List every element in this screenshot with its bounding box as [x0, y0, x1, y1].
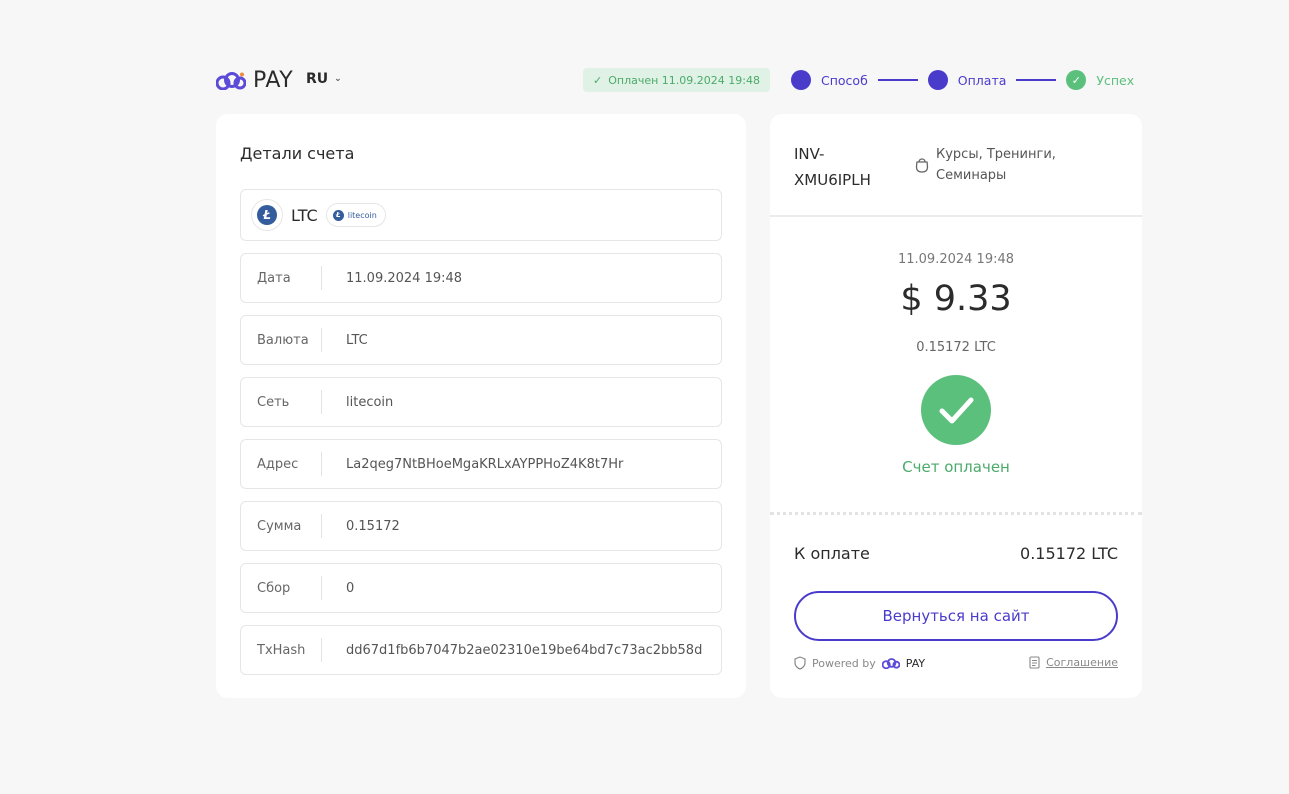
step-2-label: Оплата	[957, 72, 1007, 88]
step-3-check-icon: ✓	[1066, 70, 1087, 90]
step-1-label: Способ	[821, 72, 868, 88]
progress-steps: Способ Оплата ✓ Успех	[791, 70, 1134, 90]
check-icon: ✓	[593, 73, 603, 87]
cloud-logo-icon	[216, 71, 246, 90]
invoice-category: Курсы, Тренинги, Семинары	[914, 144, 1066, 186]
language-selector[interactable]: RU ⌄	[306, 71, 342, 87]
invoice-date: 11.09.2024 19:48	[897, 252, 1015, 267]
row-value: 11.09.2024 19:48	[346, 270, 463, 286]
row-value-address[interactable]: La2qeg7NtBHoeMgaKRLxAYPPHoZ4K8t7Hr	[322, 457, 702, 472]
header: PAY RU ⌄ ✓ Оплачен 11.09.2024 19:48 Спос…	[216, 64, 1142, 96]
currency-code: LTC	[291, 205, 318, 225]
paid-badge-text: Оплачен 11.09.2024 19:48	[608, 73, 760, 87]
row-value: LTC	[346, 332, 368, 348]
row-value: 0	[346, 580, 355, 596]
invoice-id: INV-XMU6IPLH	[794, 145, 871, 189]
row-label: Дата	[257, 270, 291, 286]
chevron-down-icon: ⌄	[334, 74, 342, 84]
powered-brand: PAY	[905, 656, 926, 670]
step-1-dot	[791, 70, 811, 90]
row-label: Адрес	[257, 456, 299, 472]
shopping-bag-icon	[915, 158, 929, 173]
row-label: Сеть	[257, 394, 290, 410]
row-label: Сумма	[257, 518, 302, 534]
detail-row-address: Адрес La2qeg7NtBHoeMgaKRLxAYPPHoZ4K8t7Hr	[240, 439, 722, 489]
row-label: Валюта	[257, 332, 309, 348]
row-value-txhash[interactable]: dd67d1fb6b7047b2ae02310e19be64bd7c73ac2b…	[322, 643, 702, 658]
detail-row-fee: Сбор 0	[240, 563, 722, 613]
row-value: litecoin	[346, 394, 394, 410]
due-value: 0.15172 LTC	[1020, 544, 1118, 563]
step-connector	[1016, 79, 1057, 81]
document-icon	[1029, 656, 1040, 669]
return-to-site-button[interactable]: Вернуться на сайт	[794, 591, 1118, 641]
cloud-logo-icon	[881, 657, 900, 669]
logo-text: PAY	[253, 68, 294, 93]
row-value: 0.15172	[346, 518, 400, 534]
invoice-amount-crypto: 0.15172 LTC	[916, 340, 996, 355]
detail-row-currency: Валюта LTC	[240, 315, 722, 365]
logo[interactable]: PAY	[216, 68, 293, 93]
row-label: TxHash	[257, 642, 306, 658]
litecoin-icon: Ł	[251, 199, 283, 231]
category-label: Курсы, Тренинги, Семинары	[936, 147, 1056, 183]
network-badge-label: litecoin	[347, 210, 377, 220]
due-label: К оплате	[794, 544, 870, 563]
step-2-dot	[927, 70, 948, 90]
card-divider	[770, 215, 1142, 217]
powered-by: Powered by PAY	[794, 656, 925, 670]
payment-status-text: Счет оплачен	[902, 458, 1010, 476]
litecoin-mini-icon: Ł	[332, 209, 344, 221]
currency-box: Ł LTC Ł litecoin	[240, 189, 722, 241]
step-3-label: Успех	[1096, 72, 1135, 88]
language-label: RU	[306, 71, 329, 87]
row-label: Сбор	[257, 580, 291, 596]
detail-row-txhash: TxHash dd67d1fb6b7047b2ae02310e19be64bd7…	[240, 625, 722, 675]
powered-by-text: Powered by	[812, 656, 876, 670]
invoice-amount-usd: $ 9.33	[900, 279, 1012, 319]
shield-icon	[794, 656, 806, 670]
details-title: Детали счета	[240, 144, 355, 163]
network-badge: Ł litecoin	[325, 203, 386, 227]
detail-row-network: Сеть litecoin	[240, 377, 722, 427]
step-connector	[877, 79, 918, 81]
dotted-divider	[770, 512, 1142, 515]
agreement-link[interactable]: Соглашение	[1046, 656, 1118, 669]
success-check-icon	[921, 375, 991, 445]
paid-status-badge: ✓ Оплачен 11.09.2024 19:48	[583, 68, 770, 92]
invoice-summary-card: INV-XMU6IPLH Курсы, Тренинги, Семинары 1…	[770, 114, 1142, 698]
invoice-details-card: Детали счета Ł LTC Ł litecoin Дата 11.09…	[216, 114, 746, 698]
agreement-link-group: Соглашение	[1029, 656, 1118, 669]
detail-row-sum: Сумма 0.15172	[240, 501, 722, 551]
detail-row-date: Дата 11.09.2024 19:48	[240, 253, 722, 303]
